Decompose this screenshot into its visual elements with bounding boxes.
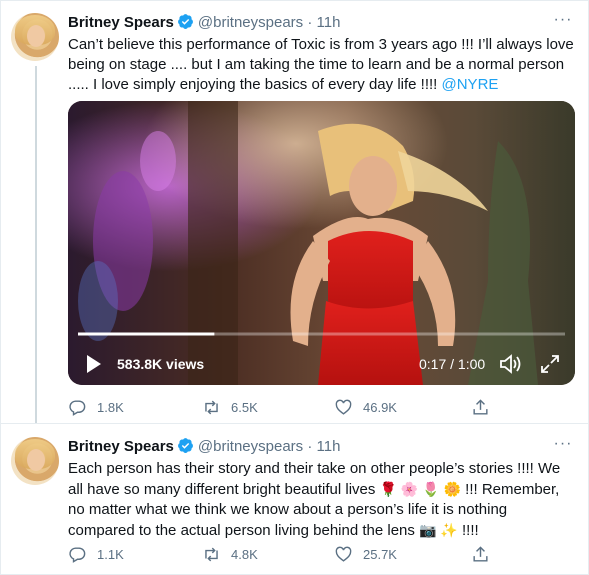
share-icon [473,545,488,562]
verified-badge-icon [177,438,193,453]
video-time: 0:17 / 1:00 [419,356,486,372]
tweet-header: Britney Spears @britneyspears · 11h [68,14,341,31]
tweet-actions: 1.1K 4.8K 25.7K [68,543,508,565]
volume-icon[interactable] [499,354,523,374]
retweet-count: 6.5K [231,399,258,415]
video-player[interactable]: 583.8K views 0:17 / 1:00 [68,101,575,385]
reply-count: 1.1K [97,546,124,562]
retweet-button[interactable]: 4.8K [202,543,258,565]
camera-sparkle-emojis: 📷 ✨ [419,522,458,538]
reply-icon [69,546,86,563]
like-button[interactable]: 46.9K [334,396,397,418]
view-count: 583.8K views [117,356,205,372]
more-options-icon[interactable]: ··· [553,436,573,457]
author-handle[interactable]: @britneyspears [198,14,303,31]
avatar[interactable] [11,13,59,61]
timestamp[interactable]: 11h [317,438,341,455]
like-count: 46.9K [363,399,397,415]
avatar[interactable] [11,437,59,485]
share-button[interactable] [471,396,500,418]
retweet-icon [205,547,218,561]
tweet-actions: 1.8K 6.5K 46.9K [68,396,508,418]
reply-button[interactable]: 1.1K [68,543,124,565]
share-icon [473,398,488,415]
share-button[interactable] [471,543,500,565]
thread-line [35,66,37,423]
reply-button[interactable]: 1.8K [68,396,124,418]
author-name[interactable]: Britney Spears [68,438,174,455]
flower-emojis: 🌹 🌸 🌷 🌼 [379,481,461,497]
tweet-1[interactable]: Britney Spears @britneyspears · 11h ··· C… [0,0,589,423]
tweet-text: Can’t believe this performance of Toxic … [68,36,574,93]
author-name[interactable]: Britney Spears [68,14,174,31]
more-options-icon[interactable]: ··· [553,12,573,33]
like-icon [335,546,352,562]
video-frame [68,101,575,385]
fullscreen-icon[interactable] [540,354,560,374]
timestamp[interactable]: 11h [317,14,341,31]
tweet-2[interactable]: Britney Spears @britneyspears · 11h ··· E… [0,424,589,575]
verified-badge-icon [177,14,193,29]
mention-link[interactable]: @NYRE [442,76,499,93]
like-count: 25.7K [363,546,397,562]
like-icon [335,399,352,415]
retweet-count: 4.8K [231,546,258,562]
like-button[interactable]: 25.7K [334,543,397,565]
reply-count: 1.8K [97,399,124,415]
retweet-button[interactable]: 6.5K [202,396,258,418]
play-icon[interactable] [85,354,103,374]
tweet-text: Each person has their story and their ta… [68,460,561,539]
retweet-icon [205,400,218,414]
tweet-header: Britney Spears @britneyspears · 11h [68,438,341,455]
author-handle[interactable]: @britneyspears [198,438,303,455]
reply-icon [69,399,86,416]
